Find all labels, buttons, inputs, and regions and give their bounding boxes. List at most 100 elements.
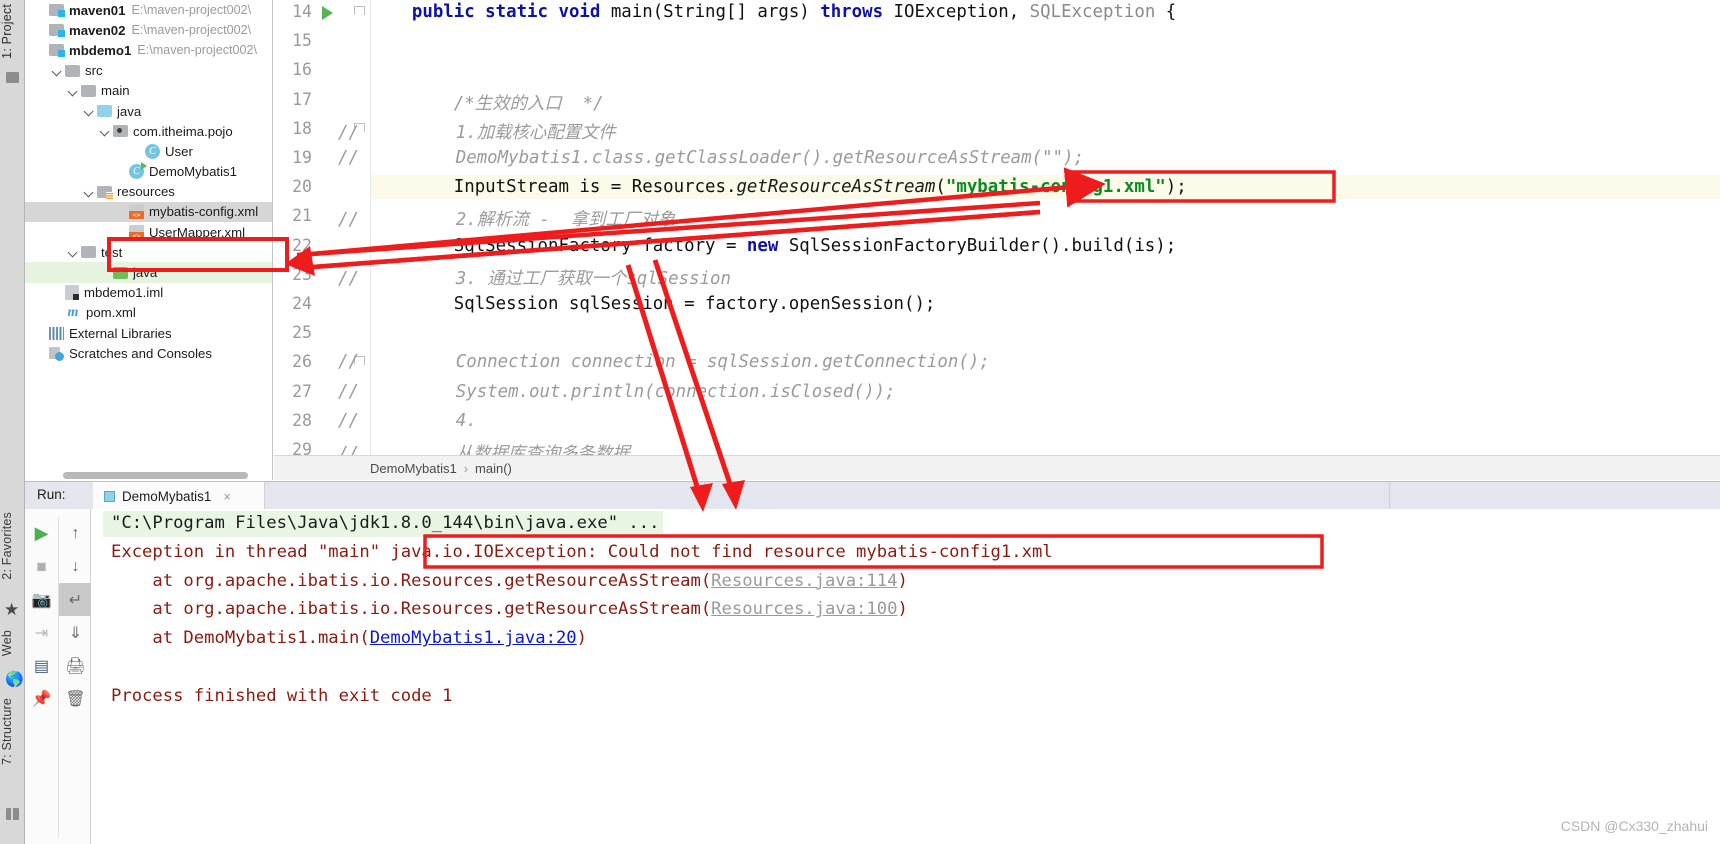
tool-tab-structure[interactable]: 7: Structure — [0, 698, 25, 765]
run-gutter-icon[interactable] — [322, 6, 333, 20]
chevron-down-icon[interactable] — [67, 246, 79, 258]
tool-tab-project[interactable]: 1: Project — [0, 4, 25, 59]
tree-item-src[interactable]: src — [25, 61, 272, 81]
code-token: SqlSessionFactoryBuilder().build(is); — [778, 235, 1177, 256]
code-token: // — [338, 410, 359, 431]
run-console[interactable]: "C:\Program Files\Java\jdk1.8.0_144\bin\… — [91, 509, 1720, 844]
console-stacktrace-link[interactable]: Resources.java:114 — [711, 571, 897, 591]
folder-icon — [65, 64, 80, 77]
tree-item-label: test — [101, 244, 123, 260]
code-token: SqlSession sqlSession = factory.openSess… — [370, 294, 936, 314]
console-command-line[interactable]: "C:\Program Files\Java\jdk1.8.0_144\bin\… — [111, 513, 659, 533]
tree-item-maven02[interactable]: maven02 E:\maven-project002\ — [25, 20, 272, 40]
code-line[interactable]: // 3. 通过工厂获取一个sqlSession — [338, 265, 731, 290]
code-line[interactable]: public static void main(String[] args) t… — [370, 2, 1176, 22]
chevron-down-icon[interactable] — [83, 186, 95, 198]
chevron-down-icon[interactable] — [83, 105, 95, 117]
screenshot-button[interactable]: 📷 — [25, 583, 58, 616]
tool-tab-structure-label: 7: Structure — [0, 698, 14, 766]
tree-item-com-itheima-pojo[interactable]: com.itheima.pojo — [25, 121, 272, 141]
test-source-folder-icon — [113, 266, 128, 279]
tree-item-java[interactable]: java — [25, 262, 272, 283]
tree-item-user[interactable]: C User — [25, 141, 272, 161]
chevron-down-icon[interactable] — [67, 85, 79, 97]
code-line[interactable]: // DemoMybatis1.class.getClassLoader().g… — [338, 148, 1084, 168]
runnable-class-icon: C — [129, 162, 147, 180]
tree-item-java[interactable]: java — [25, 101, 272, 121]
console-output-line[interactable]: at org.apache.ibatis.io.Resources.getRes… — [111, 599, 907, 619]
tree-item-mybatis-config-xml[interactable]: mybatis-config.xml — [25, 201, 272, 223]
print-button[interactable]: 🖨 — [59, 649, 92, 682]
run-configuration-tab[interactable]: DemoMybatis1 × — [93, 482, 265, 510]
rerun-button[interactable]: ▶ — [25, 517, 58, 550]
code-line[interactable]: // 1.加载核心配置文件 — [338, 119, 616, 144]
tree-item-mbdemo1-iml[interactable]: mbdemo1.iml — [25, 283, 272, 303]
scroll-to-end-button[interactable]: ⇓ — [59, 616, 92, 649]
breadcrumb-class[interactable]: DemoMybatis1 — [370, 461, 457, 476]
layout-button[interactable]: ▤ — [25, 649, 58, 682]
clear-all-button[interactable]: 🗑 — [59, 682, 92, 715]
tree-item-external-libraries[interactable]: External Libraries — [25, 323, 272, 343]
code-token: getResourceAsStream — [736, 177, 936, 198]
code-line[interactable]: InputStream is = Resources.getResourceAs… — [370, 177, 1187, 197]
tree-item-label: External Libraries — [69, 325, 172, 341]
down-stacktrace-button[interactable]: ↓ — [59, 550, 92, 583]
console-output-line[interactable]: at DemoMybatis1.main(DemoMybatis1.java:2… — [111, 628, 587, 648]
tree-item-scratches-and-consoles[interactable]: Scratches and Consoles — [25, 343, 272, 363]
tree-item-label: java — [133, 265, 158, 281]
code-line[interactable]: SqlSession sqlSession = factory.openSess… — [370, 294, 936, 314]
up-stacktrace-button[interactable]: ↑ — [59, 517, 92, 550]
run-window-label: Run: — [37, 487, 66, 502]
console-text: at DemoMybatis1.main( — [111, 628, 370, 649]
project-icon — [6, 72, 19, 83]
stop-button[interactable]: ■ — [25, 550, 58, 583]
breadcrumb-method[interactable]: main() — [475, 461, 512, 476]
console-output-line[interactable]: at org.apache.ibatis.io.Resources.getRes… — [111, 571, 907, 591]
tree-item-path: E:\maven-project002\ — [131, 3, 252, 18]
chevron-down-icon[interactable] — [99, 125, 111, 137]
editor-code-area[interactable]: public static void main(String[] args) t… — [338, 0, 1720, 462]
console-stacktrace-link[interactable]: DemoMybatis1.java:20 — [370, 628, 577, 648]
tool-tab-favorites[interactable]: 2: Favorites — [0, 512, 25, 580]
tree-item-demomybatis1[interactable]: C DemoMybatis1 — [25, 162, 272, 182]
tree-item-usermapper-xml[interactable]: UserMapper.xml — [25, 222, 272, 242]
export-button[interactable]: ⇥ — [25, 616, 58, 649]
tree-item-test[interactable]: test — [25, 242, 272, 262]
tree-item-mbdemo1[interactable]: mbdemo1 E:\maven-project002\ — [25, 40, 272, 60]
console-tab-icon — [104, 490, 115, 502]
breadcrumb[interactable]: DemoMybatis1 › main() — [274, 455, 1720, 480]
module-folder-icon — [49, 24, 65, 38]
pin-tab-button[interactable]: 📌 — [25, 682, 58, 715]
chevron-down-icon[interactable] — [51, 65, 63, 77]
tree-item-resources[interactable]: resources — [25, 182, 272, 202]
code-line[interactable]: // 4. — [338, 411, 477, 431]
code-editor[interactable]: 14 15 16 17 18 19 20 21 22 23 24 25 26 27 28 29 public … — [274, 0, 1720, 462]
globe-icon: 🌎 — [5, 671, 24, 688]
console-stacktrace-link[interactable]: Resources.java:100 — [711, 599, 897, 619]
code-line[interactable]: // System.out.println(connection.isClose… — [338, 382, 896, 402]
project-tree-horizontal-scrollbar[interactable] — [63, 472, 248, 479]
console-text: Exception in thread "main" java.io.IOExc… — [111, 541, 1053, 562]
tree-item-pom-xml[interactable]: m pom.xml — [25, 303, 272, 323]
code-token: 3. 通过工厂获取一个sqlSession — [372, 268, 731, 289]
code-token: Connection connection = sqlSession.getCo… — [372, 352, 990, 373]
console-output-line[interactable]: Exception in thread "main" java.io.IOExc… — [111, 542, 1053, 562]
console-output-line[interactable]: Process finished with exit code 1 — [111, 686, 452, 706]
tool-tab-favorites-label: 2: Favorites — [0, 512, 14, 580]
fold-marker-icon[interactable] — [353, 6, 367, 19]
tree-item-maven01[interactable]: maven01 E:\maven-project002\ — [25, 0, 272, 20]
code-line[interactable]: /*生效的入口 */ — [370, 90, 604, 115]
tool-tab-web[interactable]: Web — [0, 630, 25, 656]
code-token: IOException, — [883, 2, 1030, 22]
tree-item-label: Scratches and Consoles — [69, 345, 212, 361]
code-line[interactable]: // 2.解析流 - 拿到工厂对象 — [338, 206, 675, 231]
pin-tab-icon: 📌 — [31, 690, 52, 708]
close-icon[interactable]: × — [223, 489, 231, 504]
tree-item-main[interactable]: main — [25, 81, 272, 101]
breadcrumb-separator-icon: › — [463, 460, 469, 476]
code-line[interactable]: // Connection connection = sqlSession.ge… — [338, 352, 990, 373]
code-line[interactable]: SqlSessionFactory factory = new SqlSessi… — [370, 236, 1176, 256]
soft-wrap-button[interactable]: ↵ — [59, 583, 92, 616]
